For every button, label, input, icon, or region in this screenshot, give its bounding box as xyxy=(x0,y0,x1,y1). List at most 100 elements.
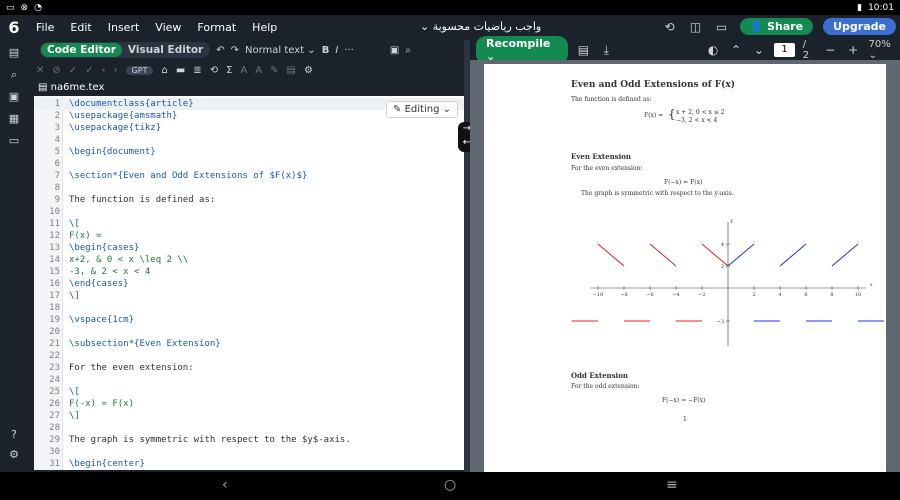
search-icon[interactable]: ⌕ xyxy=(7,68,21,82)
back-icon[interactable]: ‹ xyxy=(222,477,228,493)
line-number: 2 xyxy=(54,111,60,121)
editing-mode-select[interactable]: ✎ Editing ⌄ xyxy=(386,101,458,118)
code-line[interactable]: 11 \[ xyxy=(34,218,464,230)
list-icon[interactable]: ≣ xyxy=(193,65,201,76)
undo-icon[interactable]: ↶ xyxy=(216,45,224,56)
code-editor-button[interactable]: Code Editor xyxy=(41,43,122,57)
integrations-icon[interactable]: ▣ xyxy=(7,90,21,104)
code-line[interactable]: 6 xyxy=(34,158,464,170)
prev-icon[interactable]: ‹ xyxy=(102,65,106,76)
comments-icon[interactable]: ▭ xyxy=(7,134,21,148)
line-number: 7 xyxy=(54,171,60,181)
recents-icon[interactable]: ≡ xyxy=(666,477,678,493)
pdf-title: Even and Odd Extensions of F(x) xyxy=(571,80,736,90)
code-line[interactable]: 28 xyxy=(34,422,464,434)
code-line[interactable]: 21 \subsection*{Even Extension} xyxy=(34,338,464,350)
more-button[interactable]: ··· xyxy=(344,45,354,56)
code-line[interactable]: 18 xyxy=(34,302,464,314)
review-icon[interactable]: ▦ xyxy=(7,112,21,126)
page-number-input[interactable]: 1 xyxy=(774,43,795,57)
code-line[interactable]: 14 x+2, & 0 < x \leq 2 \\ xyxy=(34,254,464,266)
menu-help[interactable]: Help xyxy=(244,21,285,34)
close-icon[interactable]: ✕ xyxy=(36,65,44,76)
gpt-button[interactable]: GPT xyxy=(125,66,154,75)
zoom-in-icon[interactable]: + xyxy=(846,43,861,57)
logs-icon[interactable]: ▤ xyxy=(576,43,591,57)
pdf-toolbar: Recompile ⌄ ▤ ⤓ ◐ ⌃ ⌄ 1 / 2 − + 70% ⌄ xyxy=(470,36,900,64)
code-line[interactable]: 29 The graph is symmetric with respect to… xyxy=(34,434,464,446)
code-line[interactable]: 25 \[ xyxy=(34,386,464,398)
italic-button[interactable]: I xyxy=(335,45,338,56)
translate-icon[interactable]: A xyxy=(240,65,247,76)
code-line[interactable]: 4 xyxy=(34,134,464,146)
code-line[interactable]: 22 xyxy=(34,350,464,362)
next-icon[interactable]: › xyxy=(114,65,118,76)
layout-icon[interactable]: ◫ xyxy=(688,20,704,34)
word-icon[interactable]: ▬ xyxy=(176,65,185,76)
code-line[interactable]: 24 xyxy=(34,374,464,386)
code-line[interactable]: 9 The function is defined as: xyxy=(34,194,464,206)
code-text: \] xyxy=(69,291,80,301)
code-line[interactable]: 23 For the even extension: xyxy=(34,362,464,374)
code-line[interactable]: 15 -3, & 2 < x < 4 xyxy=(34,266,464,278)
check-icon[interactable]: ✓ xyxy=(69,65,77,76)
menu-view[interactable]: View xyxy=(147,21,189,34)
editor-search-icon[interactable]: ⌕ xyxy=(405,45,411,56)
download-icon[interactable]: ⤓ xyxy=(599,43,614,58)
menu-file[interactable]: File xyxy=(28,21,62,34)
page-down-icon[interactable]: ⌄ xyxy=(751,43,766,57)
code-line[interactable]: 12 F(x) = xyxy=(34,230,464,242)
code-line[interactable]: 19 \vspace{1cm} xyxy=(34,314,464,326)
code-line[interactable]: 13 \begin{cases} xyxy=(34,242,464,254)
x-tick-label: −6 xyxy=(646,292,653,298)
overleaf-logo[interactable]: 6 xyxy=(0,18,28,37)
writefull-icon[interactable]: ▣ xyxy=(390,45,399,56)
home-icon[interactable]: ○ xyxy=(444,477,456,493)
code-line[interactable]: 30 xyxy=(34,446,464,458)
code-line[interactable]: 5 \begin{document} xyxy=(34,146,464,158)
code-line[interactable]: 31 \begin{center} xyxy=(34,458,464,470)
block-icon[interactable]: ⊘ xyxy=(52,65,60,76)
zoom-out-icon[interactable]: − xyxy=(823,43,838,57)
project-title[interactable]: واجب رياضيات محسوبة ⌄ xyxy=(420,20,541,33)
chat-icon[interactable]: ▭ xyxy=(714,20,730,34)
check-all-icon[interactable]: ✓ xyxy=(85,65,93,76)
doc-icon[interactable]: ▤ xyxy=(286,65,295,76)
share-button[interactable]: 👤 Share xyxy=(739,18,814,35)
toolbar-settings-icon[interactable]: ⚙ xyxy=(304,65,313,76)
format-icon[interactable]: A xyxy=(255,65,262,76)
code-line[interactable]: 17 \] xyxy=(34,290,464,302)
menu-insert[interactable]: Insert xyxy=(100,21,148,34)
code-line[interactable]: 8 xyxy=(34,182,464,194)
tools-icon[interactable]: ✎ xyxy=(270,65,278,76)
code-line[interactable]: 10 xyxy=(34,206,464,218)
code-line[interactable]: 20 xyxy=(34,326,464,338)
zoom-select[interactable]: 70% ⌄ xyxy=(869,39,900,61)
code-line[interactable]: 26 F(-x) = F(x) xyxy=(34,398,464,410)
redo-icon[interactable]: ↷ xyxy=(231,45,239,56)
code-line[interactable]: 16 \end{cases} xyxy=(34,278,464,290)
history-icon[interactable]: ⟲ xyxy=(662,20,678,34)
code-line[interactable]: 7 \section*{Even and Odd Extensions of $F… xyxy=(34,170,464,182)
paraphrase-icon[interactable]: ⌂ xyxy=(161,65,167,76)
code-line[interactable]: 27 \] xyxy=(34,410,464,422)
file-tab[interactable]: ▤ na6me.tex xyxy=(28,80,464,96)
code-text: x+2, & 0 < x \leq 2 \\ xyxy=(69,255,189,265)
file-tree-icon[interactable]: ▤ xyxy=(7,46,21,60)
contrast-icon[interactable]: ◐ xyxy=(706,43,721,57)
menu-edit[interactable]: Edit xyxy=(62,21,99,34)
page-up-icon[interactable]: ⌃ xyxy=(729,43,744,57)
menu-format[interactable]: Format xyxy=(189,21,244,34)
help-icon[interactable]: ? xyxy=(7,428,21,442)
text-style-select[interactable]: Normal text ⌄ xyxy=(245,45,316,56)
upgrade-button[interactable]: Upgrade xyxy=(823,18,896,35)
bold-button[interactable]: B xyxy=(322,45,330,56)
pdf-viewer[interactable]: Even and Odd Extensions of F(x) The func… xyxy=(470,60,900,472)
code-editor[interactable]: 1 \documentclass{article} 2 \usepackage{ams… xyxy=(34,96,464,470)
android-nav-bar: ‹ ○ ≡ xyxy=(0,472,900,500)
visual-editor-button[interactable]: Visual Editor xyxy=(122,43,209,57)
settings-icon[interactable]: ⚙ xyxy=(7,448,21,462)
code-line[interactable]: 3 \usepackage{tikz} xyxy=(34,122,464,134)
sum-icon[interactable]: Σ xyxy=(226,65,232,76)
history-small-icon[interactable]: ⟲ xyxy=(210,65,218,76)
